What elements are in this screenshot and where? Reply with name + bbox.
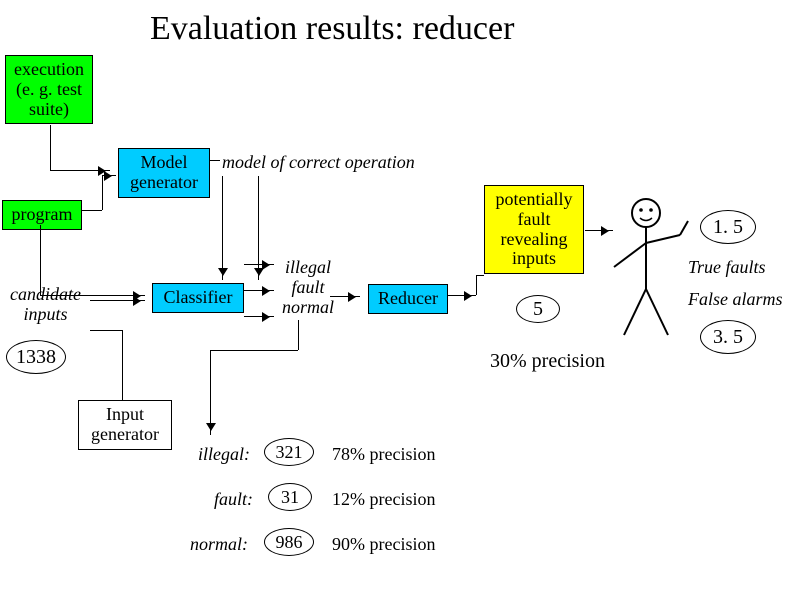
classifier-box: Classifier bbox=[152, 283, 244, 313]
connector bbox=[476, 275, 484, 276]
arrow bbox=[40, 295, 145, 296]
connector bbox=[210, 160, 220, 161]
row-fault-count-ellipse: 31 bbox=[268, 483, 312, 511]
arrow bbox=[244, 290, 274, 291]
arrow bbox=[222, 176, 223, 280]
row-normal-precision: 90% precision bbox=[332, 535, 435, 555]
arrow bbox=[244, 316, 274, 317]
connector bbox=[82, 210, 102, 211]
reducer-output-count-ellipse: 5 bbox=[516, 295, 560, 323]
row-illegal-label: illegal: bbox=[198, 445, 250, 465]
connector bbox=[476, 275, 477, 295]
arrow bbox=[210, 350, 211, 435]
row-normal-label: normal: bbox=[190, 535, 248, 555]
false-alarms-count-ellipse: 3. 5 bbox=[700, 320, 756, 354]
precision-label: 30% precision bbox=[490, 350, 605, 372]
model-generator-box: Model generator bbox=[118, 148, 210, 198]
stick-figure-icon bbox=[610, 195, 692, 345]
connector bbox=[50, 125, 51, 170]
row-fault-precision: 12% precision bbox=[332, 490, 435, 510]
connector bbox=[210, 350, 298, 351]
candidate-inputs-label: candidate inputs bbox=[10, 285, 81, 325]
true-faults-count-ellipse: 1. 5 bbox=[700, 210, 756, 244]
page-title: Evaluation results: reducer bbox=[150, 10, 514, 48]
candidate-count-ellipse: 1338 bbox=[6, 340, 66, 374]
connector bbox=[40, 225, 41, 295]
input-generator-box: Input generator bbox=[78, 400, 172, 450]
row-illegal-precision: 78% precision bbox=[332, 445, 435, 465]
connector bbox=[122, 330, 123, 400]
model-of-correct-operation-label: model of correct operation bbox=[222, 153, 415, 173]
row-normal-count-ellipse: 986 bbox=[264, 528, 314, 556]
potentially-fault-revealing-inputs-box: potentially fault revealing inputs bbox=[484, 185, 584, 274]
arrow bbox=[585, 230, 613, 231]
connector bbox=[102, 175, 103, 210]
connector bbox=[90, 330, 122, 331]
execution-box: execution (e. g. test suite) bbox=[5, 55, 93, 124]
arrow bbox=[102, 175, 116, 176]
connector bbox=[298, 320, 299, 350]
arrow bbox=[50, 170, 110, 171]
true-faults-label: True faults bbox=[688, 258, 766, 278]
row-illegal-count-ellipse: 321 bbox=[264, 438, 314, 466]
arrow bbox=[330, 296, 360, 297]
arrow bbox=[448, 295, 476, 296]
classifier-output-labels: illegal fault normal bbox=[282, 258, 334, 317]
arrow bbox=[244, 264, 274, 265]
program-box: program bbox=[2, 200, 82, 230]
false-alarms-label: False alarms bbox=[688, 290, 783, 310]
row-fault-label: fault: bbox=[214, 490, 253, 510]
arrow bbox=[90, 300, 145, 301]
reducer-box: Reducer bbox=[368, 284, 448, 314]
